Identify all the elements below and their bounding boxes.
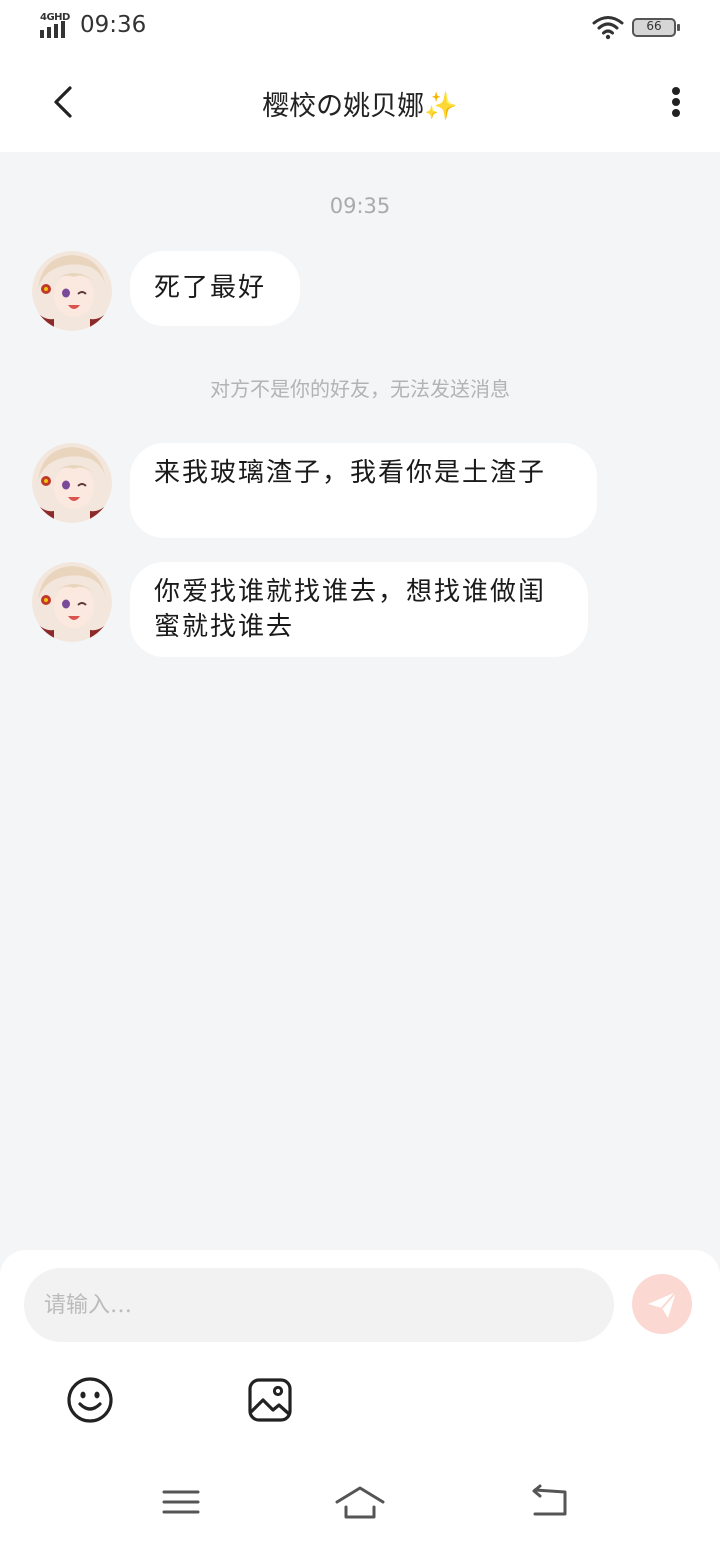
more-vertical-icon xyxy=(672,87,680,95)
input-panel xyxy=(0,1250,720,1544)
avatar[interactable] xyxy=(32,443,112,523)
battery-icon: 66 xyxy=(632,18,680,37)
send-button[interactable] xyxy=(632,1274,692,1334)
avatar[interactable] xyxy=(32,562,112,642)
message-text: 来我玻璃渣子，我看你是土渣子 xyxy=(154,458,547,488)
message-text: 你爱找谁就找谁去，想找谁做闺蜜就找谁去 xyxy=(154,577,547,642)
system-nav-bar xyxy=(0,1470,720,1544)
more-options-button[interactable] xyxy=(662,82,690,122)
wifi-icon xyxy=(592,16,624,40)
image-button[interactable] xyxy=(244,1374,296,1426)
system-notice: 对方不是你的好友，无法发送消息 xyxy=(210,377,510,401)
status-time: 09:36 xyxy=(80,12,147,38)
paper-plane-icon xyxy=(648,1291,677,1318)
message-text: 死了最好 xyxy=(154,273,267,303)
back-nav-button[interactable] xyxy=(522,1480,576,1524)
message-bubble[interactable]: 死了最好 xyxy=(130,251,300,326)
chat-title: 樱校の姚贝娜✨ xyxy=(262,91,458,122)
chat-header: 樱校の姚贝娜✨ xyxy=(0,52,720,152)
avatar[interactable] xyxy=(32,251,112,331)
cellular-signal-icon: 4GHD xyxy=(40,12,72,40)
emoji-button[interactable] xyxy=(64,1374,116,1426)
message-bubble[interactable]: 你爱找谁就找谁去，想找谁做闺蜜就找谁去 xyxy=(130,562,588,657)
message-input[interactable] xyxy=(24,1268,614,1342)
menu-nav-button[interactable] xyxy=(154,1480,208,1524)
status-bar: 4GHD 09:36 66 xyxy=(0,0,720,52)
home-nav-button[interactable] xyxy=(333,1480,387,1524)
battery-level: 66 xyxy=(646,19,662,33)
network-type: 4GHD xyxy=(40,12,70,23)
message-bubble[interactable]: 来我玻璃渣子，我看你是土渣子 xyxy=(130,443,597,538)
message-timestamp: 09:35 xyxy=(329,194,391,218)
